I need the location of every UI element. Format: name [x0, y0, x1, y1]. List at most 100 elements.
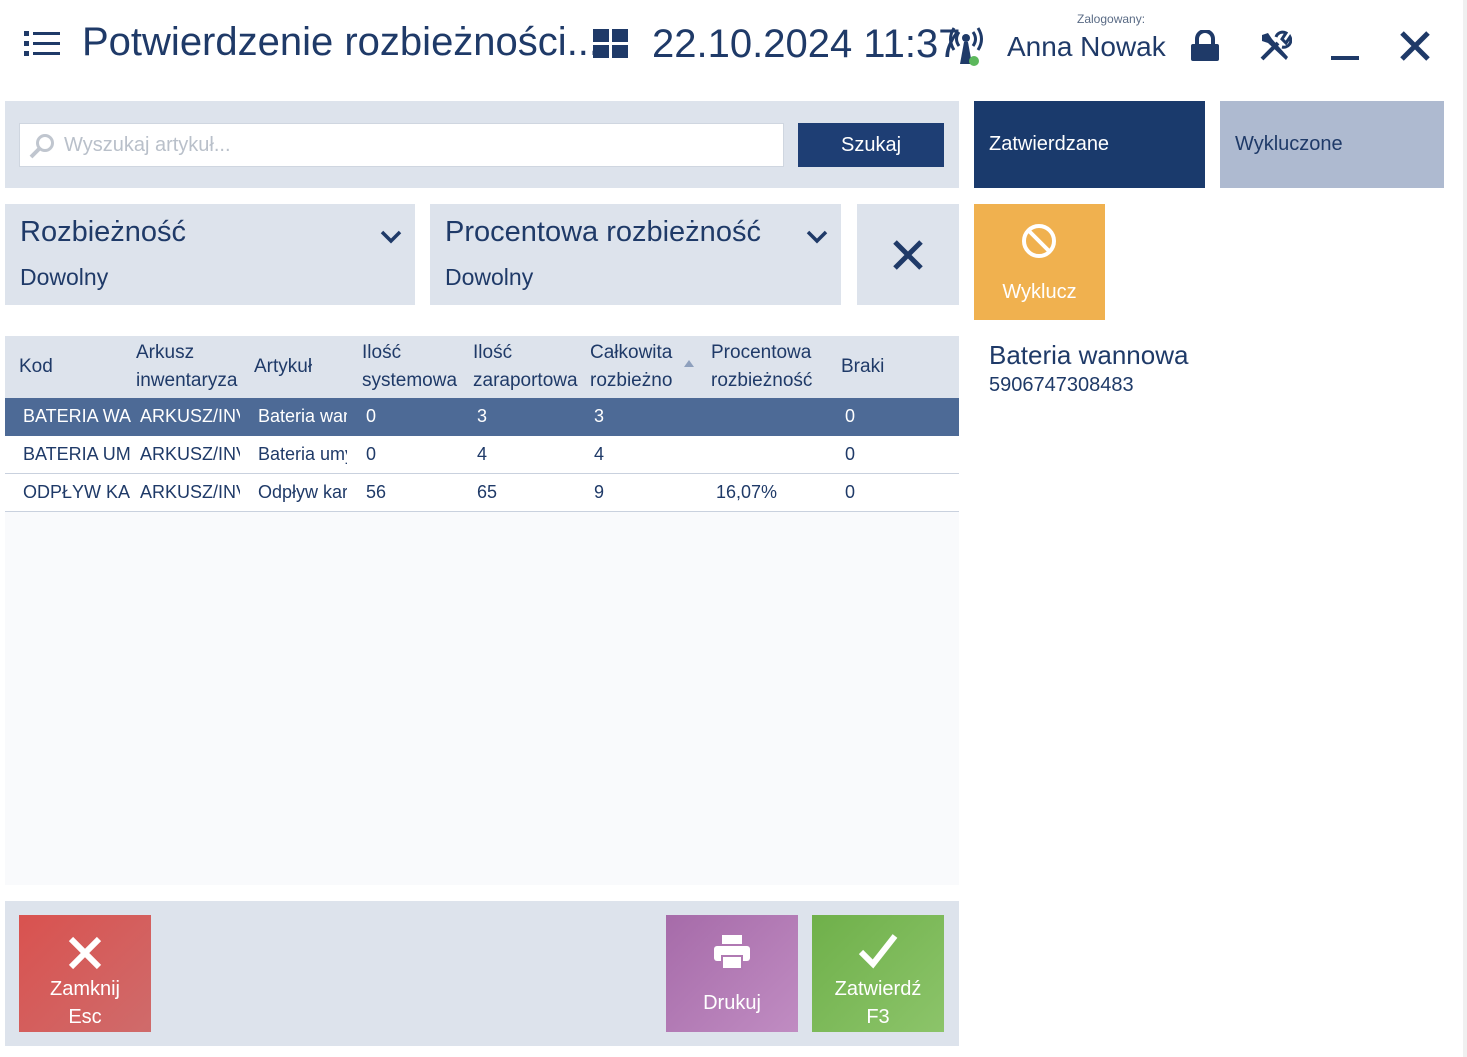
user-name: Anna Nowak: [1007, 31, 1166, 62]
close-label: Zamknij: [49, 978, 120, 1000]
exclude-button[interactable]: Wyklucz: [974, 204, 1105, 320]
close-shortcut: Esc: [68, 1006, 102, 1028]
column-header-text: rozbieżność: [711, 370, 813, 391]
app-header: Potwierdzenie rozbieżności... 22.10.2024…: [0, 0, 1467, 95]
search-icon: [29, 134, 54, 159]
column-header-text: zaraportowa: [473, 370, 578, 391]
table-row[interactable]: BATERIA UM ARKUSZ/INV Bateria umy 0 4 4 …: [5, 436, 959, 474]
sort-ascending-icon: [684, 360, 694, 367]
cell-total-discrepancy: 3: [594, 406, 605, 426]
cell-reported-qty: 65: [477, 482, 498, 502]
column-header-code[interactable]: Kod: [19, 336, 134, 398]
cell-sheet: ARKUSZ/INV: [140, 406, 240, 426]
grid-header: Kod Arkusz inwentaryza Artykuł Ilość sys…: [5, 336, 959, 398]
table-row[interactable]: BATERIA WA ARKUSZ/INV Bateria wan 0 3 3 …: [5, 398, 959, 436]
tab-approved[interactable]: Zatwierdzane: [974, 101, 1205, 188]
bottom-action-bar: Zamknij Esc Drukuj Zatwierdź F3: [5, 901, 959, 1046]
cell-sheet: ARKUSZ/INV: [140, 482, 240, 502]
column-header-reported-qty[interactable]: Ilość zaraportowa: [473, 336, 580, 398]
cell-reported-qty: 4: [477, 444, 488, 464]
cell-system-qty: 0: [366, 406, 377, 426]
cell-reported-qty: 3: [477, 406, 488, 426]
close-window-button[interactable]: [1393, 24, 1437, 68]
search-box[interactable]: [19, 123, 784, 167]
cell-shortage: 0: [845, 406, 856, 426]
cell-code: BATERIA WA: [23, 406, 131, 426]
column-header-shortage[interactable]: Braki: [841, 336, 921, 398]
cell-system-qty: 56: [366, 482, 387, 502]
minimize-icon: [1331, 56, 1359, 60]
search-panel: Szukaj: [5, 101, 959, 188]
cell-article: Bateria umy: [258, 444, 347, 464]
column-header-text: Procentowa: [711, 342, 812, 363]
column-header-text: Braki: [841, 356, 885, 377]
cell-article: Bateria wan: [258, 406, 347, 426]
column-header-text: Arkusz: [136, 342, 195, 363]
cell-system-qty: 0: [366, 444, 377, 464]
clear-filters-button[interactable]: [857, 204, 959, 305]
close-button[interactable]: Zamknij Esc: [19, 915, 151, 1032]
connection-signal-icon: [947, 24, 985, 68]
block-icon: [1022, 224, 1056, 258]
window-edge: [1463, 0, 1467, 1057]
column-header-text: Kod: [19, 356, 53, 377]
filter-value: Dowolny: [20, 264, 109, 290]
discrepancy-grid: Kod Arkusz inwentaryza Artykuł Ilość sys…: [5, 336, 959, 885]
cell-percent-discrepancy: 16,07%: [716, 482, 778, 502]
confirm-shortcut: F3: [866, 1006, 890, 1028]
column-header-text: Ilość: [473, 342, 513, 363]
column-header-total-discrepancy[interactable]: Całkowita rozbieżno: [590, 336, 682, 398]
logged-in-label: Zalogowany:: [1077, 12, 1146, 26]
checkmark-icon: [858, 934, 898, 969]
close-icon: [68, 936, 102, 970]
exclude-label: Wyklucz: [1002, 281, 1077, 303]
tab-excluded[interactable]: Wykluczone: [1220, 101, 1444, 188]
discrepancy-filter[interactable]: Rozbieżność Dowolny: [5, 204, 415, 305]
cell-percent-discrepancy: [716, 436, 826, 473]
cell-article: Odpływ kar: [258, 482, 347, 502]
confirm-button[interactable]: Zatwierdź F3: [812, 915, 944, 1032]
lock-icon: [1191, 30, 1219, 61]
column-header-system-qty[interactable]: Ilość systemowa: [362, 336, 465, 398]
search-button[interactable]: Szukaj: [798, 123, 944, 167]
column-header-text: inwentaryza: [136, 370, 238, 391]
search-input[interactable]: [64, 124, 779, 166]
filter-value: Dowolny: [445, 264, 534, 290]
print-label: Drukuj: [703, 992, 761, 1014]
column-header-text: rozbieżno: [590, 370, 673, 391]
filter-title: Rozbieżność: [20, 216, 187, 248]
article-name: Bateria wannowa: [989, 340, 1189, 370]
tools-icon: [1260, 30, 1292, 61]
cell-code: ODPŁYW KA: [23, 482, 131, 502]
chevron-down-icon: [806, 230, 828, 244]
print-button[interactable]: Drukuj: [666, 915, 798, 1032]
column-header-text: Całkowita: [590, 342, 673, 363]
datetime: 22.10.2024 11:37: [652, 22, 961, 66]
cell-sheet: ARKUSZ/INV: [140, 444, 240, 464]
column-header-text: Artykuł: [254, 356, 313, 377]
cell-shortage: 0: [845, 444, 856, 464]
article-ean: 5906747308483: [989, 374, 1134, 396]
column-header-percent-discrepancy[interactable]: Procentowa rozbieżność: [711, 336, 831, 398]
printer-icon: [714, 935, 750, 970]
close-icon: [1400, 31, 1430, 61]
lock-button[interactable]: [1183, 24, 1227, 68]
filter-title: Procentowa rozbieżność: [445, 216, 761, 248]
cell-code: BATERIA UM: [23, 444, 131, 464]
minimize-button[interactable]: [1323, 24, 1367, 68]
column-header-sheet[interactable]: Arkusz inwentaryza: [136, 336, 246, 398]
column-header-article[interactable]: Artykuł: [254, 336, 354, 398]
column-header-text: systemowa: [362, 370, 458, 391]
percent-discrepancy-filter[interactable]: Procentowa rozbieżność Dowolny: [430, 204, 841, 305]
table-row[interactable]: ODPŁYW KA ARKUSZ/INV Odpływ kar 56 65 9 …: [5, 474, 959, 512]
chevron-down-icon: [380, 230, 402, 244]
column-header-text: Ilość: [362, 342, 402, 363]
page-title: Potwierdzenie rozbieżności...: [82, 20, 601, 64]
clear-icon: [893, 239, 923, 270]
cell-shortage: 0: [845, 482, 856, 502]
menu-icon[interactable]: [24, 29, 60, 59]
tiles-icon[interactable]: [593, 29, 628, 59]
cell-total-discrepancy: 4: [594, 444, 605, 464]
settings-button[interactable]: [1253, 24, 1297, 68]
cell-total-discrepancy: 9: [594, 482, 605, 502]
